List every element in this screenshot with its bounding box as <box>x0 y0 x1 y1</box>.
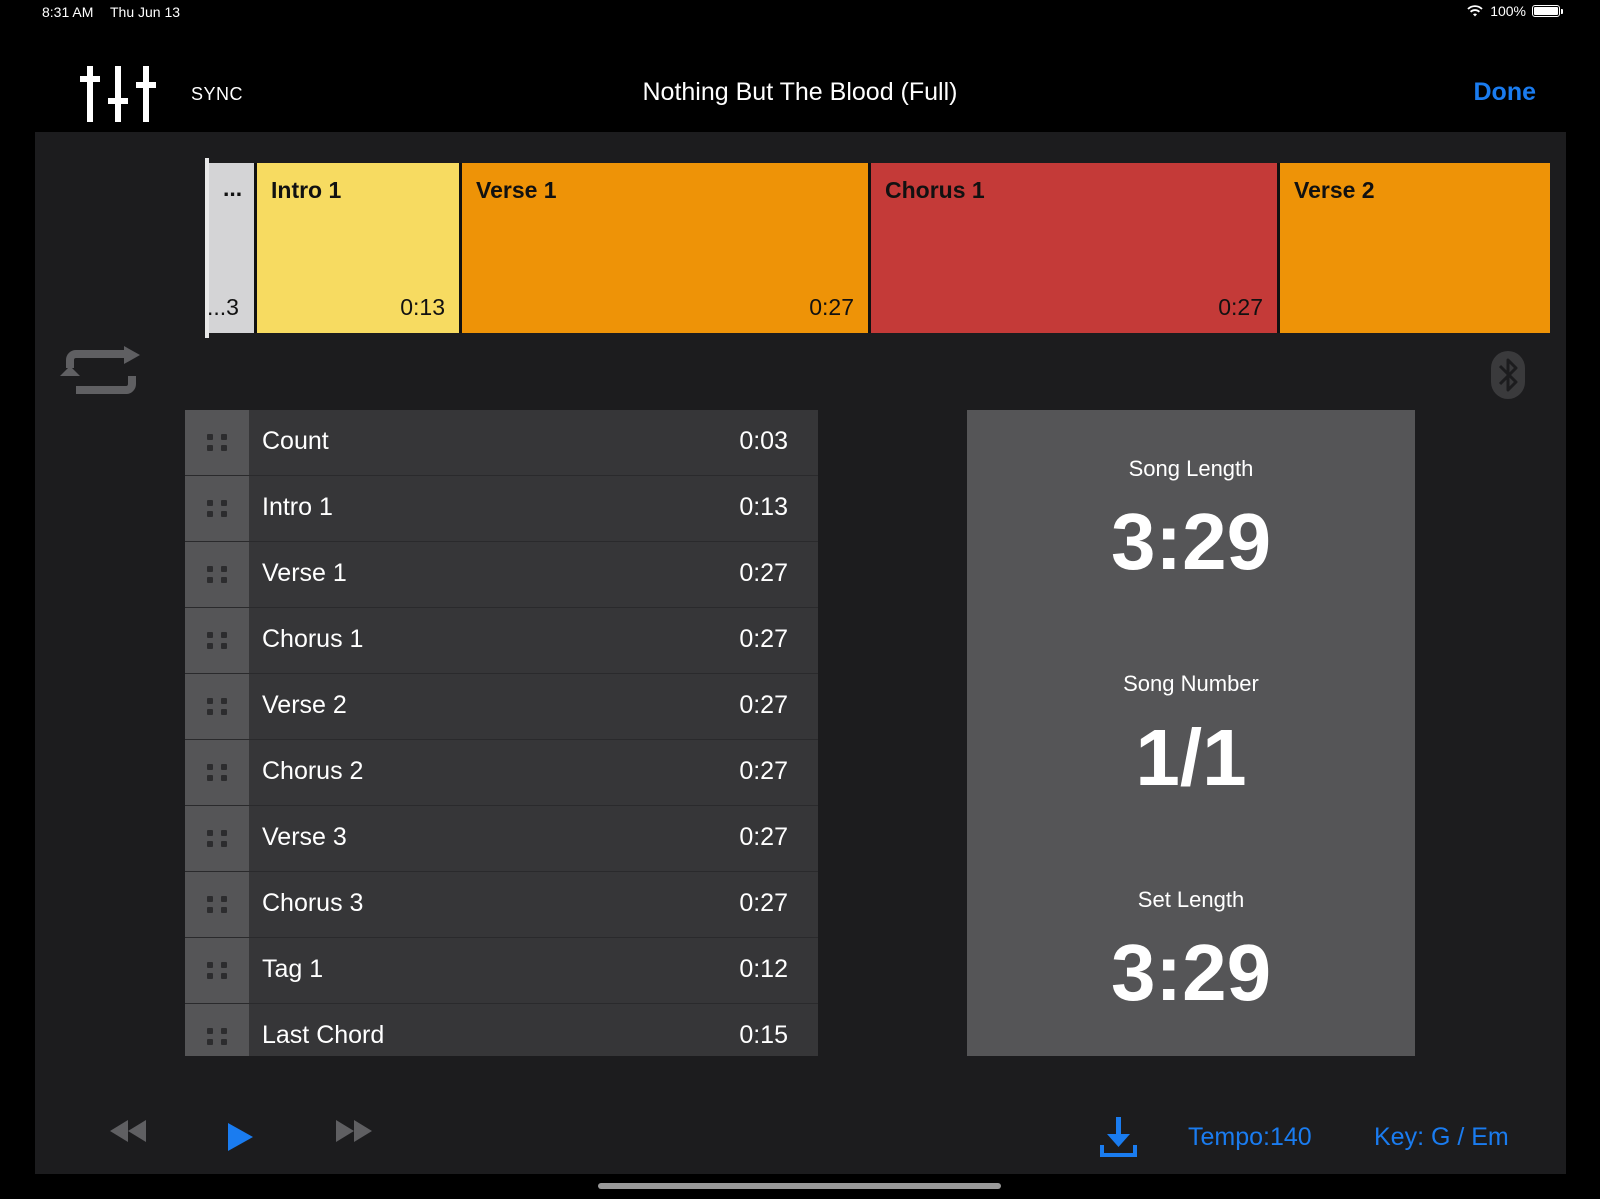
drag-handle-icon[interactable] <box>185 1004 249 1056</box>
song-number-label: Song Number <box>1123 671 1259 696</box>
section-name: Chorus 1 <box>262 625 364 653</box>
section-time: 0:27 <box>739 757 788 785</box>
timeline-segment-verse-2[interactable]: Verse 2 <box>1280 163 1550 333</box>
drag-handle-icon[interactable] <box>185 542 249 607</box>
list-item[interactable]: Chorus 1 0:27 <box>185 608 818 674</box>
song-length-value: 3:29 <box>1110 497 1272 586</box>
key-button[interactable]: Key: G / Em <box>1374 1123 1509 1152</box>
fast-forward-icon[interactable] <box>334 1118 374 1144</box>
drag-handle-icon[interactable] <box>185 608 249 673</box>
timeline-segment-chorus-1[interactable]: Chorus 1 0:27 <box>871 163 1280 333</box>
song-number-value: 1/1 <box>1135 713 1247 802</box>
list-item[interactable]: Verse 1 0:27 <box>185 542 818 608</box>
list-item[interactable]: Last Chord 0:15 <box>185 1004 818 1056</box>
timeline-segment-intro-1[interactable]: Intro 1 0:13 <box>257 163 462 333</box>
status-indicators: 100% <box>1466 3 1563 19</box>
wifi-icon <box>1467 5 1483 17</box>
section-time: 0:27 <box>739 691 788 719</box>
segment-label: Chorus 1 <box>885 177 985 203</box>
list-item[interactable]: Chorus 3 0:27 <box>185 872 818 938</box>
section-name: Count <box>262 427 329 455</box>
song-length-label: Song Length <box>1128 456 1254 481</box>
list-item[interactable]: Tag 1 0:12 <box>185 938 818 1004</box>
playhead[interactable] <box>205 158 209 338</box>
play-icon[interactable] <box>226 1122 254 1152</box>
segment-label: Intro 1 <box>271 177 342 203</box>
section-time: 0:27 <box>739 559 788 587</box>
page-title: Nothing But The Blood (Full) <box>642 78 958 106</box>
segment-time: 0:27 <box>1218 294 1263 320</box>
timeline-segment-verse-1[interactable]: Verse 1 0:27 <box>462 163 871 333</box>
status-time: 8:31 AM <box>42 4 94 20</box>
segment-time: ...3 <box>207 294 239 320</box>
list-item[interactable]: Count 0:03 <box>185 410 818 476</box>
loop-icon[interactable] <box>60 346 142 398</box>
segment-label: Verse 1 <box>476 177 557 203</box>
drag-handle-icon[interactable] <box>185 740 249 805</box>
section-time: 0:12 <box>739 955 788 983</box>
battery-icon <box>1532 5 1563 17</box>
list-item[interactable]: Verse 3 0:27 <box>185 806 818 872</box>
segment-label: ... <box>223 175 243 201</box>
download-icon[interactable] <box>1099 1117 1139 1159</box>
segment-time: 0:27 <box>809 294 854 320</box>
section-name: Verse 2 <box>262 691 347 719</box>
section-name: Verse 3 <box>262 823 347 851</box>
section-name: Chorus 3 <box>262 889 364 917</box>
song-info-panel: Song Length 3:29 Song Number 1/1 Set Len… <box>967 410 1415 1056</box>
set-length-label: Set Length <box>1137 887 1245 912</box>
tempo-button[interactable]: Tempo:140 <box>1188 1123 1312 1152</box>
section-name: Intro 1 <box>262 493 333 521</box>
section-name: Verse 1 <box>262 559 347 587</box>
section-timeline[interactable]: ... ...3 Intro 1 0:13 Verse 1 0:27 Choru… <box>205 163 1550 333</box>
drag-handle-icon[interactable] <box>185 872 249 937</box>
section-time: 0:27 <box>739 625 788 653</box>
list-item[interactable]: Verse 2 0:27 <box>185 674 818 740</box>
timeline-segment-count[interactable]: ... ...3 <box>205 163 257 333</box>
battery-percent: 100% <box>1490 3 1526 19</box>
bluetooth-icon[interactable] <box>1490 350 1526 400</box>
done-button[interactable]: Done <box>1474 78 1537 107</box>
drag-handle-icon[interactable] <box>185 674 249 739</box>
segment-label: Verse 2 <box>1294 177 1375 203</box>
section-name: Last Chord <box>262 1021 385 1049</box>
section-time: 0:13 <box>739 493 788 521</box>
drag-handle-icon[interactable] <box>185 476 249 541</box>
list-item[interactable]: Chorus 2 0:27 <box>185 740 818 806</box>
home-indicator[interactable] <box>598 1183 1001 1189</box>
set-length-value: 3:29 <box>1110 928 1272 1017</box>
nav-bar: SYNC Nothing But The Blood (Full) Done <box>0 26 1600 132</box>
drag-handle-icon[interactable] <box>185 938 249 1003</box>
section-time: 0:03 <box>739 427 788 455</box>
rewind-icon[interactable] <box>108 1118 148 1144</box>
list-item[interactable]: Intro 1 0:13 <box>185 476 818 542</box>
status-date: Thu Jun 13 <box>110 4 181 20</box>
section-time: 0:27 <box>739 889 788 917</box>
segment-time: 0:13 <box>400 294 445 320</box>
drag-handle-icon[interactable] <box>185 806 249 871</box>
status-bar: 8:31 AM Thu Jun 13 100% <box>0 0 1600 26</box>
section-time: 0:27 <box>739 823 788 851</box>
drag-handle-icon[interactable] <box>185 410 249 475</box>
section-time: 0:15 <box>739 1021 788 1049</box>
section-name: Chorus 2 <box>262 757 364 785</box>
section-list[interactable]: Count 0:03 Intro 1 0:13 Verse 1 0:27 Cho… <box>185 410 818 1056</box>
section-name: Tag 1 <box>262 955 324 983</box>
